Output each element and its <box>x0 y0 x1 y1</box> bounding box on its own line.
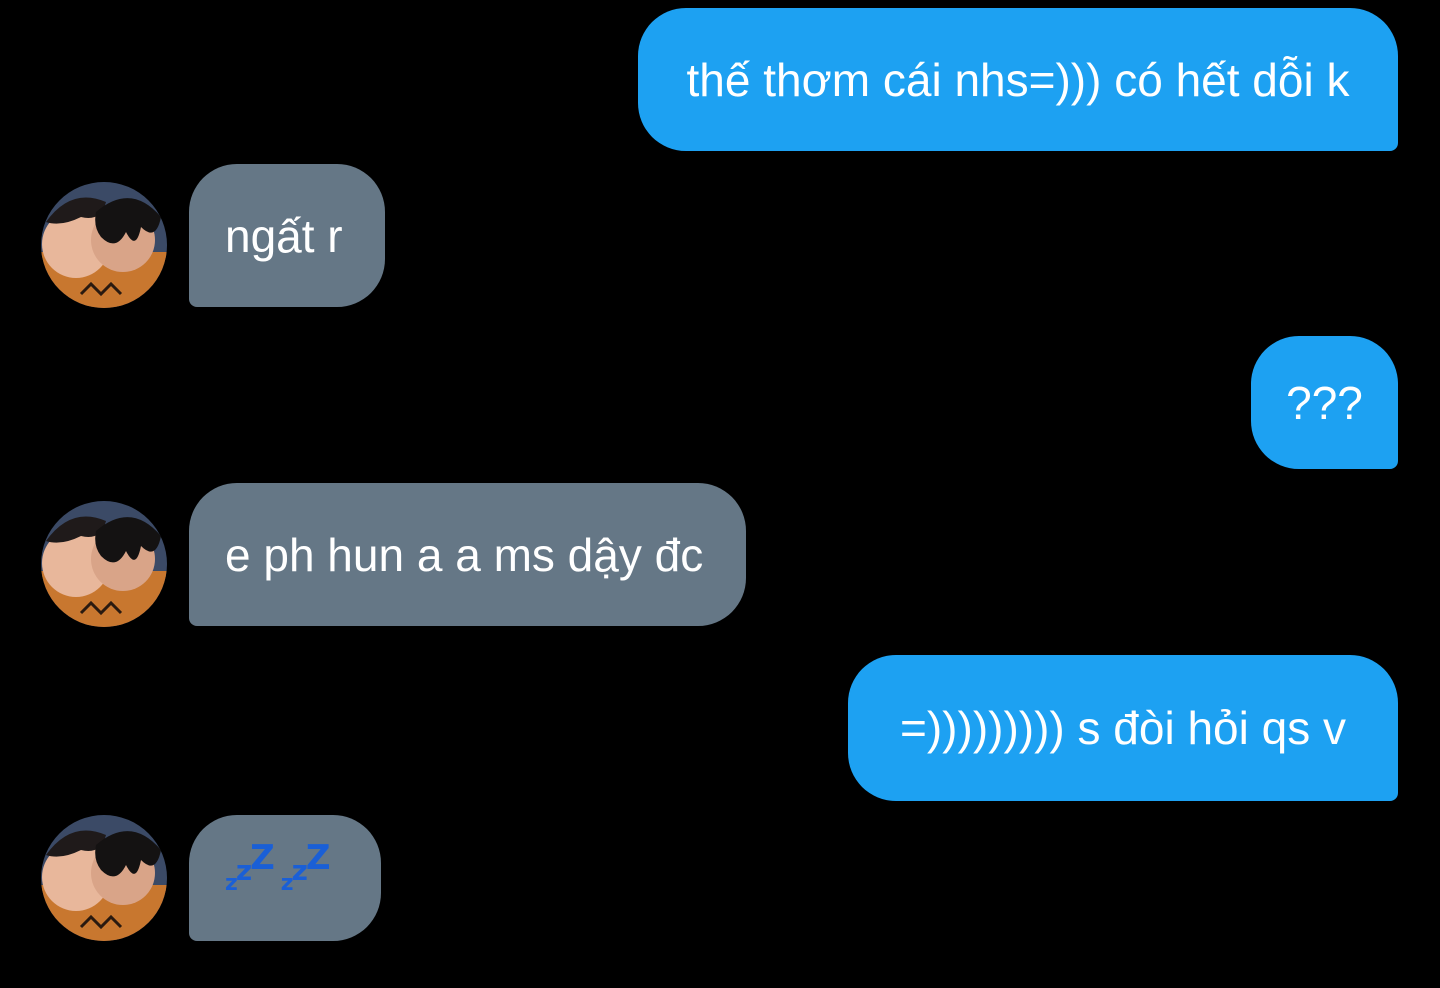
message-bubble-sent[interactable]: ??? <box>1251 336 1398 469</box>
avatar-photo <box>41 182 167 308</box>
avatar[interactable] <box>41 815 167 941</box>
avatar-photo <box>41 501 167 627</box>
message-bubble-received[interactable]: zzZ zzZ <box>189 815 381 941</box>
message-text: thế thơm cái nhs=))) có hết dỗi k <box>686 53 1350 106</box>
message-bubble-received[interactable]: e ph hun a a ms dậy đc <box>189 483 746 626</box>
message-text: ??? <box>1286 376 1363 429</box>
sleeping-zzz-icon: zzZ zzZ <box>225 838 331 896</box>
message-bubble-sent[interactable]: thế thơm cái nhs=))) có hết dỗi k <box>638 8 1398 151</box>
message-text: =))))))))) s đòi hỏi qs v <box>900 702 1346 754</box>
message-bubble-sent[interactable]: =))))))))) s đòi hỏi qs v <box>848 655 1398 801</box>
message-text: e ph hun a a ms dậy đc <box>225 528 704 581</box>
message-bubble-received[interactable]: ngất r <box>189 164 385 307</box>
avatar-photo <box>41 815 167 941</box>
avatar[interactable] <box>41 501 167 627</box>
avatar[interactable] <box>41 182 167 308</box>
message-text: ngất r <box>225 209 343 262</box>
chat-thread: thế thơm cái nhs=))) có hết dỗi k ngất r… <box>0 0 1440 988</box>
